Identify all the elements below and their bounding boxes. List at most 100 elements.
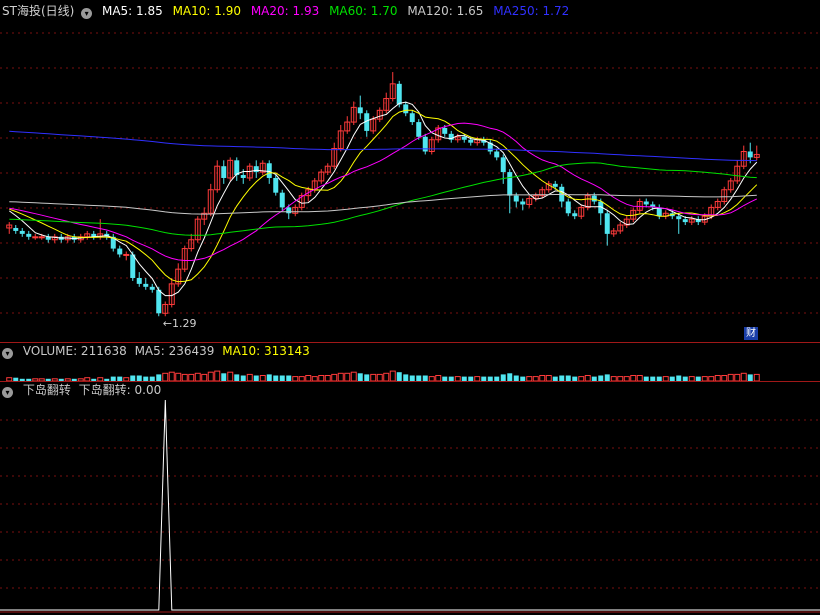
main-panel-header: ST海投(日线) ▾ MA5: 1.85 MA10: 1.90 MA20: 1.… <box>2 3 575 19</box>
indicator-name: 下岛翻转 <box>22 383 71 397</box>
candle-down <box>442 127 448 134</box>
volume-bar <box>168 371 175 382</box>
candle-down <box>591 195 597 202</box>
volume-bar <box>344 372 351 382</box>
candle-down <box>253 166 259 173</box>
candle-down <box>676 216 682 220</box>
volume-ma10-label: MA10: 313143 <box>222 344 310 358</box>
candle-down <box>273 177 279 193</box>
volume-bar <box>227 371 234 382</box>
ma-line <box>9 162 757 236</box>
ma120-label: MA120: 1.65 <box>407 4 484 18</box>
volume-bar <box>201 373 208 382</box>
volume-bar <box>207 371 214 382</box>
volume-bar <box>747 374 753 381</box>
candle-down <box>143 283 149 287</box>
ma-line <box>9 130 757 162</box>
volume-bar <box>181 373 188 382</box>
candle-down <box>156 289 162 314</box>
volume-bar <box>376 373 383 382</box>
volume-bar <box>221 373 227 381</box>
volume-bar <box>156 374 162 381</box>
volume-bar <box>266 374 272 381</box>
candle-down <box>604 213 610 234</box>
volume-bar <box>740 372 747 382</box>
candle-down <box>656 207 662 217</box>
chevron-down-icon[interactable]: ▾ <box>2 387 13 398</box>
candle-up <box>123 253 130 256</box>
volume-bar <box>389 370 396 382</box>
candle-down <box>461 136 467 140</box>
low-price-label: ←1.29 <box>163 317 197 330</box>
candle-down <box>117 248 123 255</box>
candle-down <box>357 107 363 114</box>
candle-down <box>279 192 285 208</box>
candle-up <box>38 236 45 239</box>
candle-down <box>507 172 513 196</box>
candle-down <box>747 151 753 158</box>
ma10-label: MA10: 1.90 <box>172 4 241 18</box>
ma250-label: MA250: 1.72 <box>493 4 570 18</box>
chevron-down-icon[interactable]: ▾ <box>81 8 93 19</box>
ma20-label: MA20: 1.93 <box>250 4 320 18</box>
volume-bar <box>162 372 169 382</box>
candle-down <box>682 219 688 223</box>
candle-down <box>266 163 272 178</box>
volume-bar <box>188 373 195 382</box>
chevron-down-icon[interactable]: ▾ <box>2 348 13 359</box>
volume-bar <box>194 372 201 382</box>
candle-down <box>520 201 526 205</box>
candle-down <box>500 157 506 173</box>
volume-bar <box>331 373 338 382</box>
indicator-line <box>0 399 820 611</box>
volume-bar <box>383 372 390 382</box>
candle-down <box>130 254 136 278</box>
volume-bar <box>727 373 734 382</box>
ma-line <box>9 101 758 297</box>
candle-down <box>513 195 519 202</box>
candle-up <box>32 236 39 239</box>
candle-down <box>26 233 32 237</box>
volume-panel-header: ▾ VOLUME: 211638 MA5: 236439 MA10: 31314… <box>2 343 316 359</box>
candle-down <box>136 277 142 284</box>
volume-bar <box>734 373 741 382</box>
volume-bar <box>396 372 402 381</box>
ma60-label: MA60: 1.70 <box>329 4 398 18</box>
volume-bar <box>175 372 182 382</box>
indicator-value: 下岛翻转: 0.00 <box>78 383 162 397</box>
candle-down <box>403 104 409 114</box>
volume-ma5-label: MA5: 236439 <box>134 344 215 358</box>
indicator-panel-header: ▾ 下岛翻转 下岛翻转: 0.00 <box>2 382 167 398</box>
candle-down <box>565 201 571 214</box>
candle-down <box>468 139 474 143</box>
candle-down <box>416 122 422 137</box>
volume-bar <box>604 374 610 381</box>
stock-chart[interactable]: ←1.29 <box>0 0 820 615</box>
volume-bar <box>350 371 357 382</box>
candle-down <box>396 83 402 105</box>
volume-bar <box>234 374 240 381</box>
volume-bar <box>214 370 221 382</box>
ma5-label: MA5: 1.85 <box>101 4 163 18</box>
volume-label: VOLUME: 211638 <box>22 344 127 358</box>
candle-down <box>149 286 155 290</box>
volume-bar <box>500 374 506 381</box>
volume-bar <box>364 374 370 381</box>
volume-bar <box>337 372 344 382</box>
volume-bar <box>357 373 363 381</box>
volume-bar <box>370 373 377 382</box>
volume-bar <box>403 374 409 381</box>
candle-down <box>572 213 578 217</box>
finance-badge[interactable]: 财 <box>744 327 758 340</box>
volume-bar <box>507 373 513 381</box>
candle-down <box>643 201 649 205</box>
stock-title[interactable]: ST海投(日线) <box>2 4 74 18</box>
candle-down <box>494 151 500 158</box>
volume-bar <box>753 373 760 382</box>
candle-down <box>221 166 227 178</box>
candle-down <box>409 113 415 123</box>
candle-down <box>240 175 246 178</box>
candle-down <box>19 230 25 234</box>
candle-down <box>13 227 19 231</box>
volume-bar <box>246 373 253 382</box>
